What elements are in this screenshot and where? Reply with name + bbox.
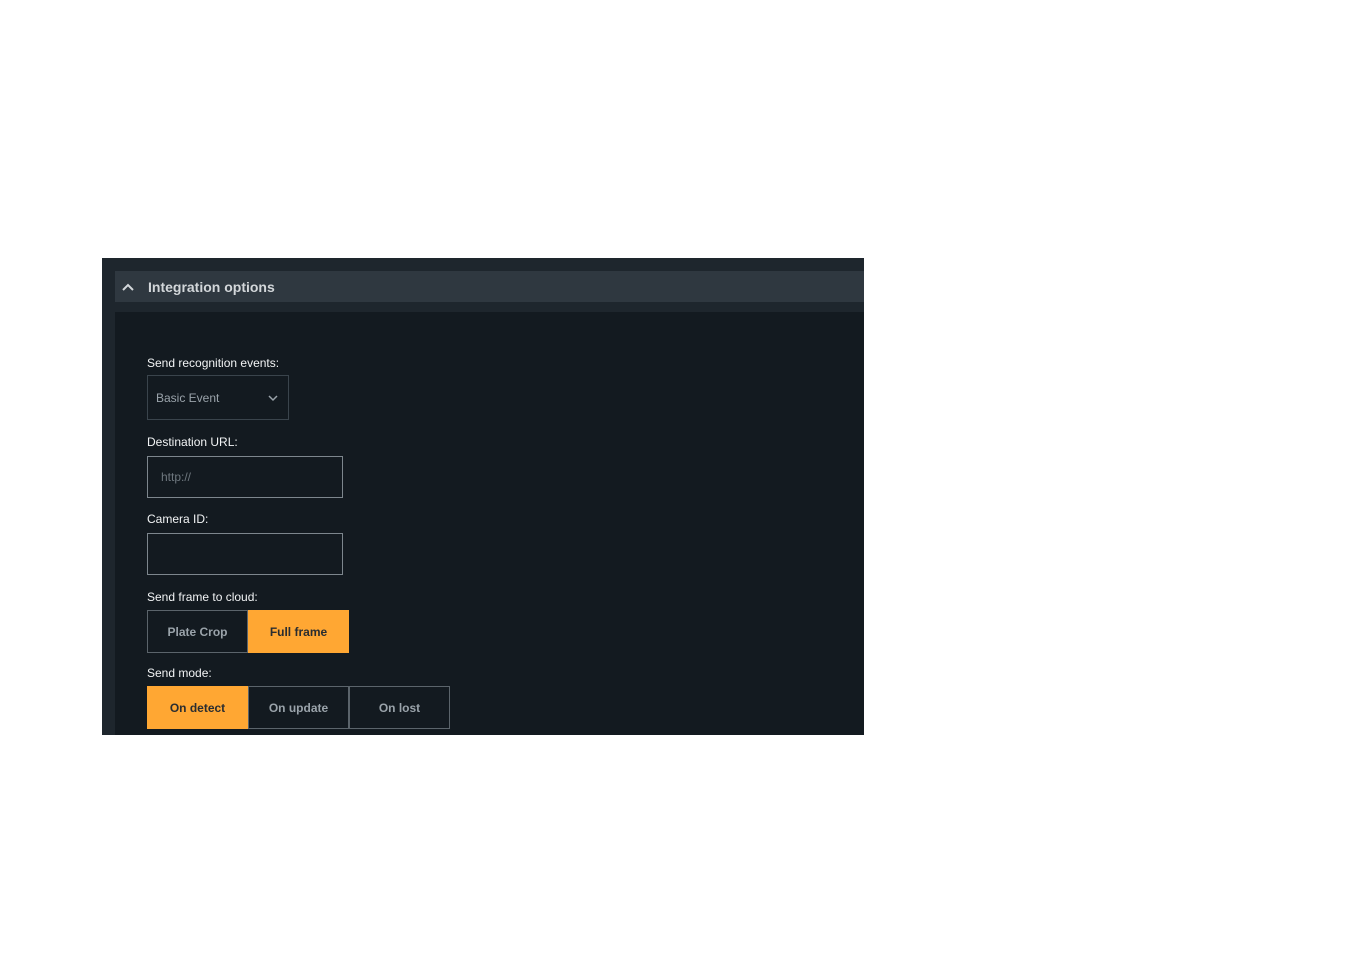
camera-id-label: Camera ID: xyxy=(147,512,209,526)
recognition-events-selected: Basic Event xyxy=(156,390,220,405)
camera-id-input[interactable] xyxy=(147,533,343,575)
send-mode-toggle-group: On detect On update On lost xyxy=(147,686,450,729)
on-update-button[interactable]: On update xyxy=(248,686,349,729)
destination-url-label: Destination URL: xyxy=(147,435,238,449)
integration-options-header[interactable]: Integration options xyxy=(115,271,864,302)
plate-crop-button[interactable]: Plate Crop xyxy=(147,610,248,653)
send-mode-label: Send mode: xyxy=(147,666,212,680)
on-detect-button[interactable]: On detect xyxy=(147,686,248,729)
integration-options-body: Send recognition events: Basic Event Des… xyxy=(115,312,864,735)
integration-options-panel: Integration options Send recognition eve… xyxy=(102,258,864,735)
on-lost-button[interactable]: On lost xyxy=(349,686,450,729)
section-title: Integration options xyxy=(148,278,275,295)
destination-url-input[interactable] xyxy=(147,456,343,498)
frame-to-cloud-label: Send frame to cloud: xyxy=(147,590,258,604)
chevron-up-icon[interactable] xyxy=(115,271,140,302)
chevron-down-icon xyxy=(268,389,278,407)
recognition-events-select[interactable]: Basic Event xyxy=(147,375,289,420)
full-frame-button[interactable]: Full frame xyxy=(248,610,349,653)
frame-to-cloud-toggle-group: Plate Crop Full frame xyxy=(147,610,349,653)
recognition-events-label: Send recognition events: xyxy=(147,356,280,370)
